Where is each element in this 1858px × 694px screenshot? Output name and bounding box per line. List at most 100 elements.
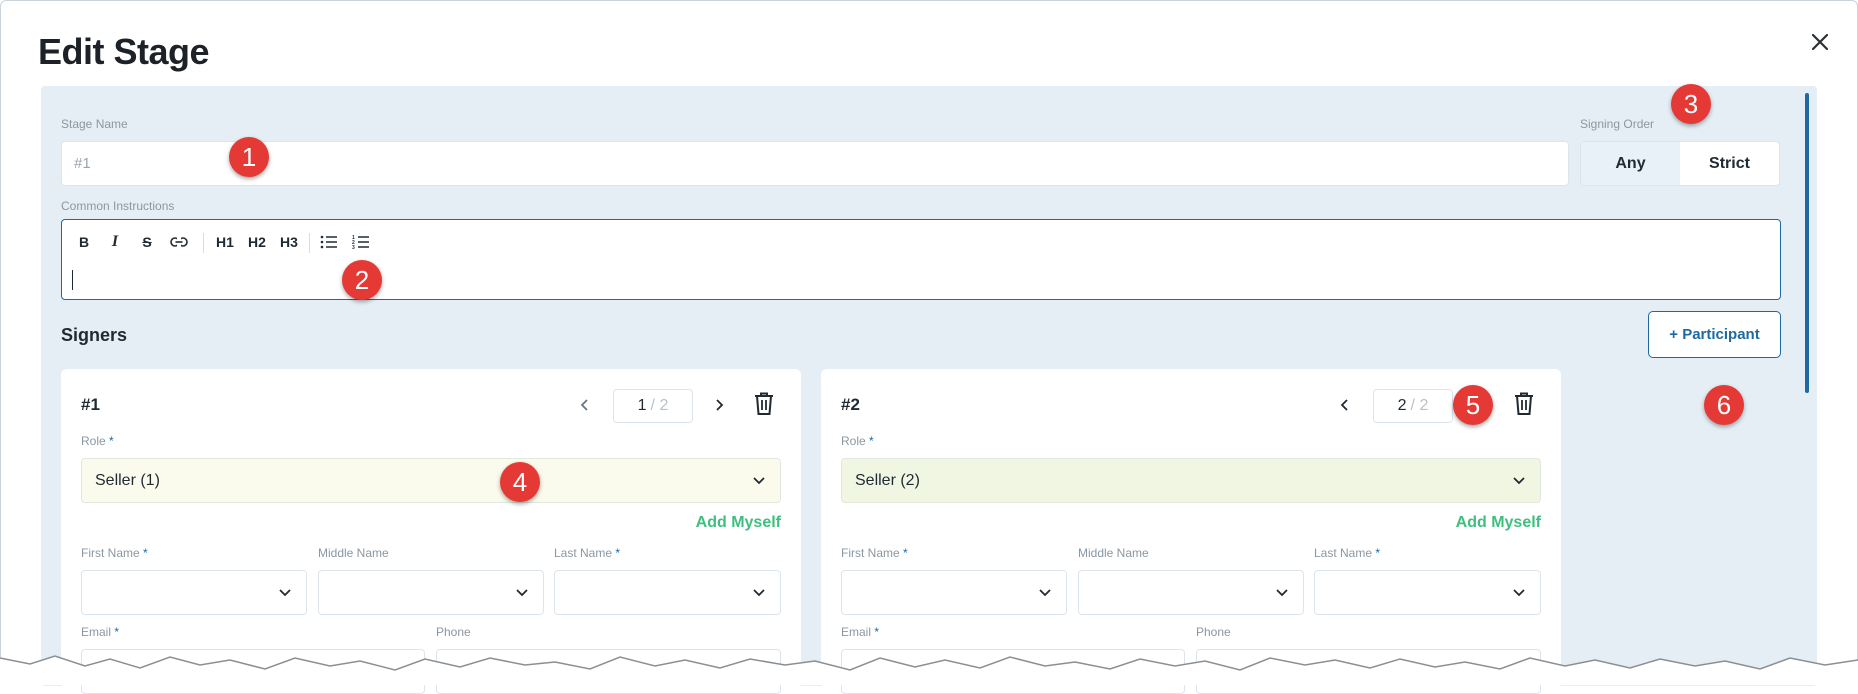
h3-label: H3 xyxy=(280,234,298,250)
first-name-label-text: First Name xyxy=(81,546,140,560)
role-value: Seller (2) xyxy=(855,471,920,489)
strike-label: S xyxy=(142,234,152,250)
link-icon[interactable] xyxy=(168,230,190,254)
signers-heading: Signers xyxy=(61,325,128,345)
role-select[interactable]: Seller (2) xyxy=(841,458,1541,503)
first-name-field[interactable] xyxy=(81,570,307,615)
signer-card-2: #2 2 / 2 Role * Seller (2) Add Myself Fi… xyxy=(821,369,1561,694)
required-mark: * xyxy=(903,546,908,560)
role-label-text: Role xyxy=(841,434,866,448)
h1-button[interactable]: H1 xyxy=(213,230,237,254)
strike-button[interactable]: S xyxy=(137,230,157,254)
chevron-down-icon xyxy=(279,589,291,597)
trash-icon[interactable] xyxy=(752,391,778,419)
chevron-left-icon[interactable] xyxy=(575,393,595,417)
required-mark: * xyxy=(109,434,114,448)
chevron-down-icon xyxy=(1513,477,1525,485)
required-mark: * xyxy=(874,625,880,639)
scrollbar[interactable] xyxy=(1805,93,1809,393)
stage-name-placeholder: #1 xyxy=(74,155,91,172)
chevron-right-icon[interactable] xyxy=(709,393,729,417)
last-name-label: Last Name * xyxy=(554,546,620,560)
middle-name-label: Middle Name xyxy=(1078,546,1149,560)
instructions-label: Common Instructions xyxy=(61,199,175,213)
email-label: Email * xyxy=(81,625,119,639)
middle-name-field[interactable] xyxy=(318,570,544,615)
h1-label: H1 xyxy=(216,234,234,250)
bullet-list-icon[interactable] xyxy=(318,230,340,254)
h2-button[interactable]: H2 xyxy=(245,230,269,254)
dialog-title: Edit Stage xyxy=(38,31,210,72)
h2-label: H2 xyxy=(248,234,266,250)
chevron-down-icon xyxy=(1276,589,1288,597)
svg-text:3: 3 xyxy=(352,245,355,250)
first-name-field[interactable] xyxy=(841,570,1067,615)
signing-order-strict[interactable]: Strict xyxy=(1680,142,1779,185)
phone-label: Phone xyxy=(436,625,471,639)
signing-order-toggle[interactable]: Any Strict xyxy=(1580,141,1780,186)
required-mark: * xyxy=(869,434,874,448)
chevron-down-icon xyxy=(1039,589,1051,597)
italic-label: I xyxy=(111,233,119,250)
page-current: 1 xyxy=(637,397,647,414)
first-name-label-text: First Name xyxy=(841,546,900,560)
role-label: Role * xyxy=(841,434,874,448)
phone-label: Phone xyxy=(1196,625,1231,639)
annotation-badge: 6 xyxy=(1704,385,1744,425)
last-name-field[interactable] xyxy=(554,570,781,615)
signing-order-any[interactable]: Any xyxy=(1581,142,1680,185)
page-indicator[interactable]: 1 / 2 xyxy=(613,389,693,423)
torn-edge xyxy=(0,655,1858,685)
page-current: 2 xyxy=(1397,397,1407,414)
annotation-badge: 5 xyxy=(1453,385,1493,425)
first-name-label: First Name * xyxy=(841,546,908,560)
required-mark: * xyxy=(615,546,621,560)
stage-name-input[interactable]: #1 xyxy=(61,141,1569,186)
chevron-down-icon xyxy=(753,477,765,485)
role-value: Seller (1) xyxy=(95,471,160,489)
signer-card-title: #1 xyxy=(81,395,100,414)
signing-order-label: Signing Order xyxy=(1580,117,1655,131)
page-indicator[interactable]: 2 / 2 xyxy=(1373,389,1453,423)
signer-card-title: #2 xyxy=(841,395,860,414)
last-name-field[interactable] xyxy=(1314,570,1541,615)
toolbar-divider xyxy=(203,233,204,253)
role-label: Role * xyxy=(81,434,114,448)
annotation-badge: 2 xyxy=(342,260,382,300)
required-mark: * xyxy=(1375,546,1381,560)
email-label-text: Email xyxy=(81,625,112,639)
add-participant-button[interactable]: + Participant xyxy=(1648,311,1781,358)
italic-button[interactable]: I xyxy=(105,230,125,254)
text-caret xyxy=(72,270,73,290)
add-myself-button[interactable]: Add Myself xyxy=(1456,514,1541,532)
close-icon[interactable] xyxy=(1807,29,1833,55)
required-mark: * xyxy=(114,625,120,639)
toolbar-divider xyxy=(309,233,310,253)
required-mark: * xyxy=(143,546,148,560)
stage-name-label: Stage Name xyxy=(61,117,128,131)
chevron-left-icon[interactable] xyxy=(1335,393,1355,417)
ordered-list-icon[interactable]: 123 xyxy=(350,230,372,254)
last-name-label-text: Last Name xyxy=(1314,546,1373,560)
role-select[interactable]: Seller (1) xyxy=(81,458,781,503)
annotation-badge: 1 xyxy=(229,137,269,177)
middle-name-field[interactable] xyxy=(1078,570,1304,615)
middle-name-label: Middle Name xyxy=(318,546,389,560)
annotation-badge: 3 xyxy=(1671,84,1711,124)
h3-button[interactable]: H3 xyxy=(277,230,301,254)
page-total: / 2 xyxy=(650,397,669,414)
last-name-label-text: Last Name xyxy=(554,546,613,560)
trash-icon[interactable] xyxy=(1512,391,1538,419)
bold-button[interactable]: B xyxy=(74,230,94,254)
add-myself-button[interactable]: Add Myself xyxy=(696,514,781,532)
signer-card-1: #1 1 / 2 Role * Seller (1) Add Myself Fi… xyxy=(61,369,801,694)
last-name-label: Last Name * xyxy=(1314,546,1380,560)
instructions-editor[interactable]: B I S H1 H2 H3 123 xyxy=(61,219,1781,300)
bold-label: B xyxy=(78,234,90,250)
annotation-badge: 4 xyxy=(500,462,540,502)
chevron-down-icon xyxy=(516,589,528,597)
role-label-text: Role xyxy=(81,434,106,448)
email-label-text: Email xyxy=(841,625,872,639)
add-participant-label: + Participant xyxy=(1669,326,1760,343)
first-name-label: First Name * xyxy=(81,546,148,560)
